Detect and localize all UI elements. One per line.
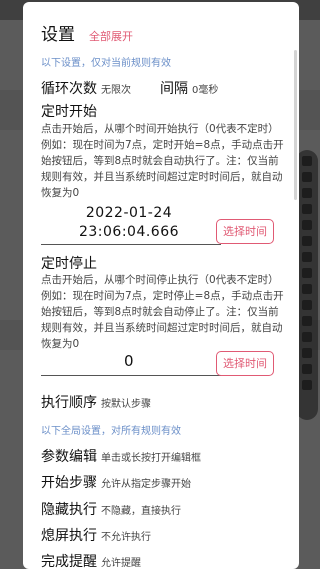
hide-exec-label: 隐藏执行 xyxy=(41,502,97,518)
timed-stop-label: 定时停止 xyxy=(41,256,97,272)
param-edit-setting[interactable]: 参数编辑 单击或长按打开编辑框 xyxy=(41,446,201,466)
hide-exec-setting[interactable]: 隐藏执行 不隐藏，直接执行 xyxy=(41,499,181,519)
timed-start-title: 定时开始 xyxy=(41,101,97,121)
timed-stop-title: 定时停止 xyxy=(41,253,97,273)
eye-icon xyxy=(302,364,312,374)
clock-icon xyxy=(302,380,312,390)
param-edit-value: 单击或长按打开编辑框 xyxy=(101,453,201,464)
gear-icon xyxy=(302,332,312,342)
floating-toolbar xyxy=(296,150,318,420)
start-step-setting[interactable]: 开始步骤 允许从指定步骤开始 xyxy=(41,472,191,492)
hand-icon xyxy=(302,252,312,262)
dialog-header: 设置 全部展开 xyxy=(41,20,133,45)
minus-icon xyxy=(302,220,312,230)
add-icon xyxy=(302,188,312,198)
global-settings-note: 以下全局设置，对所有规则有效 xyxy=(41,426,181,437)
list-icon xyxy=(302,300,312,310)
expand-all-button[interactable]: 全部展开 xyxy=(89,28,133,44)
timed-start-label: 定时开始 xyxy=(41,104,97,120)
bug-icon xyxy=(302,348,312,358)
timed-start-pick-button[interactable]: 选择时间 xyxy=(216,219,274,244)
play-icon xyxy=(302,156,312,166)
timed-start-description: 点击开始后，从哪个时间开始执行（0代表不定时）例如：现在时间为7点，定时开始=8… xyxy=(41,123,284,199)
execution-order-setting[interactable]: 执行顺序 按默认步骤 xyxy=(41,392,151,412)
screen-off-value: 不允许执行 xyxy=(101,532,151,543)
execution-order-label: 执行顺序 xyxy=(41,395,97,411)
hide-exec-value: 不隐藏，直接执行 xyxy=(101,506,181,517)
hand-icon xyxy=(302,268,312,278)
current-rule-note: 以下设置，仅对当前规则有效 xyxy=(41,58,171,69)
screen-off-setting[interactable]: 熄屏执行 不允许执行 xyxy=(41,525,151,545)
scrollbar[interactable] xyxy=(294,50,297,200)
done-remind-setting[interactable]: 完成提醒 允许提醒 xyxy=(41,551,141,569)
timed-start-date: 2022-01-24 xyxy=(85,205,173,221)
interval-setting[interactable]: 间隔 0毫秒 xyxy=(160,78,218,98)
execution-order-value: 按默认步骤 xyxy=(101,399,151,410)
hand-icon xyxy=(302,236,312,246)
loop-count-label: 循环次数 xyxy=(41,81,97,97)
timed-start-value[interactable]: 2022-01-24 23:06:04.666 xyxy=(41,204,217,242)
hand-icon xyxy=(302,284,312,294)
search-icon xyxy=(302,316,312,326)
param-edit-label: 参数编辑 xyxy=(41,449,97,465)
mail-icon xyxy=(302,172,312,182)
start-step-label: 开始步骤 xyxy=(41,475,97,491)
timed-stop-underline xyxy=(41,375,221,376)
interval-label: 间隔 xyxy=(160,81,188,97)
dialog-title: 设置 xyxy=(41,25,75,45)
timed-stop-pick-button[interactable]: 选择时间 xyxy=(216,351,274,376)
timed-start-underline xyxy=(41,244,221,245)
clock-icon xyxy=(302,204,312,214)
loop-count-value: 无限次 xyxy=(101,85,131,96)
timed-stop-value[interactable]: 0 xyxy=(41,352,217,371)
settings-dialog: 设置 全部展开 以下设置，仅对当前规则有效 循环次数 无限次 间隔 0毫秒 定时… xyxy=(23,2,299,569)
done-remind-label: 完成提醒 xyxy=(41,554,97,569)
screen-off-label: 熄屏执行 xyxy=(41,528,97,544)
timed-stop-description: 点击开始后，从哪个时间停止执行（0代表不定时）例如：现在时间为7点，定时停止=8… xyxy=(41,274,284,350)
done-remind-value: 允许提醒 xyxy=(101,558,141,569)
timed-start-time: 23:06:04.666 xyxy=(78,224,180,240)
loop-count-setting[interactable]: 循环次数 无限次 xyxy=(41,78,131,98)
interval-value: 0毫秒 xyxy=(192,85,219,96)
start-step-value: 允许从指定步骤开始 xyxy=(101,479,191,490)
